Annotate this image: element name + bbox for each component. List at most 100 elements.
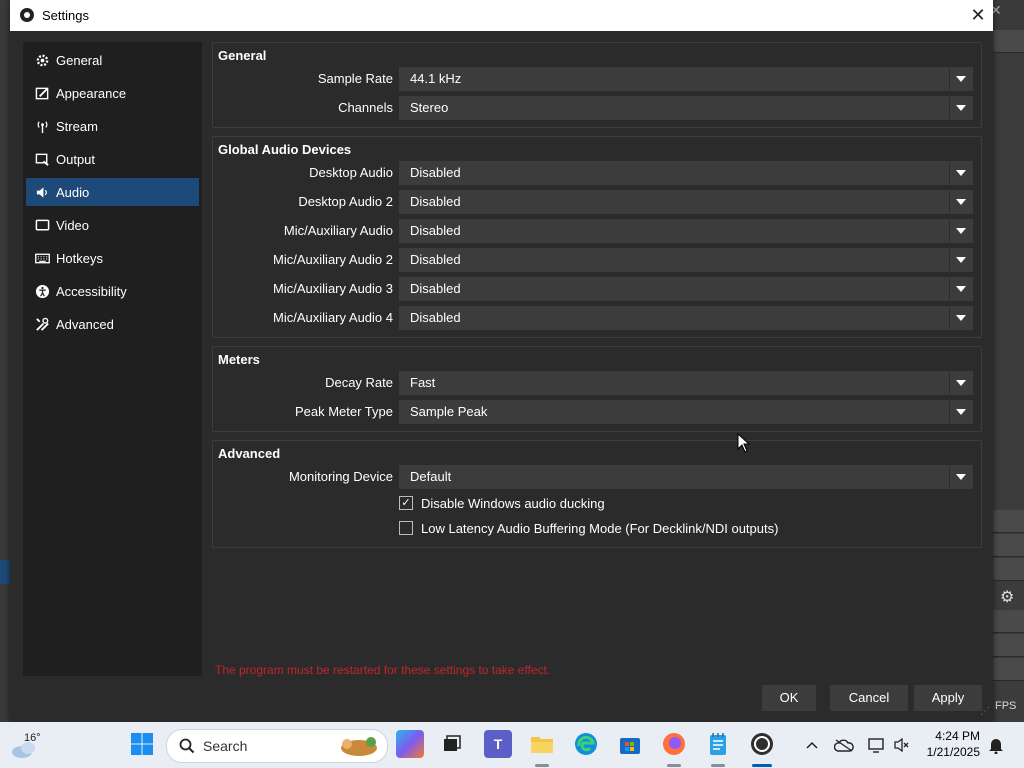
background-gear-icon[interactable]: ⚙ [1000,587,1014,607]
disable-audio-ducking-checkbox[interactable]: ✓ Disable Windows audio ducking [399,493,605,513]
mic-aux-audio-3-select[interactable]: Disabled [399,277,973,301]
sidebar-item-label: Stream [56,118,98,134]
sidebar-item-appearance[interactable]: Appearance [26,79,199,107]
obs-studio-icon[interactable] [748,730,776,758]
restart-warning: The program must be restarted for these … [215,663,551,677]
desktop-audio-select[interactable]: Disabled [399,161,973,185]
mic-aux-audio-4-select[interactable]: Disabled [399,306,973,330]
select-value: Disabled [410,223,461,238]
sample-rate-select[interactable]: 44.1 kHz [399,67,973,91]
chevron-down-icon [949,68,972,90]
decay-rate-label: Decay Rate [325,375,393,390]
channels-select[interactable]: Stereo [399,96,973,120]
mic-aux-audio-label: Mic/Auxiliary Audio [283,223,393,238]
close-button[interactable]: ✕ [965,4,991,26]
background-block [993,510,1024,533]
decay-rate-row: Decay Rate Fast [213,371,981,395]
taskbar-running-indicator [711,764,725,767]
select-value: Disabled [410,165,461,180]
task-view-icon[interactable] [438,730,466,758]
checkbox-checked[interactable]: ✓ [399,496,413,510]
taskbar-search[interactable]: Search [166,729,388,763]
sidebar-item-hotkeys[interactable]: Hotkeys [26,244,199,272]
taskbar-clock[interactable]: 4:24 PM 1/21/2025 [920,728,980,760]
background-block [993,534,1024,557]
desktop-audio-label: Desktop Audio [309,165,393,180]
select-value: Disabled [410,281,461,296]
desktop-audio-2-label: Desktop Audio 2 [298,194,393,209]
chevron-down-icon [949,372,972,394]
clock-time: 4:24 PM [935,729,980,743]
sidebar-item-audio[interactable]: Audio [26,178,199,206]
settings-window: Settings ✕ General Appearance Stream Out… [10,0,993,722]
start-button[interactable] [128,730,156,758]
sidebar-item-advanced[interactable]: Advanced [26,310,199,338]
checkbox-unchecked[interactable] [399,521,413,535]
show-hidden-icons-chevron-icon[interactable] [802,735,822,755]
edge-icon[interactable] [572,730,600,758]
mic-aux-audio-select[interactable]: Disabled [399,219,973,243]
mic-aux-audio-4-row: Mic/Auxiliary Audio 4 Disabled [213,306,981,330]
search-highlight-illustration [341,737,377,756]
tools-icon [34,316,50,332]
monitor-icon [34,217,50,233]
mic-aux-audio-2-select[interactable]: Disabled [399,248,973,272]
sidebar-item-stream[interactable]: Stream [26,112,199,140]
sidebar-item-label: Appearance [56,85,127,101]
chevron-down-icon [949,220,972,242]
file-explorer-icon[interactable] [528,730,556,758]
background-block [993,658,1024,681]
select-value: Default [410,469,452,484]
chevron-down-icon [949,278,972,300]
desktop-audio-2-select[interactable]: Disabled [399,190,973,214]
checkbox-label: Disable Windows audio ducking [421,495,605,511]
cancel-button[interactable]: Cancel [830,685,908,711]
peak-meter-type-select[interactable]: Sample Peak [399,400,973,424]
mic-aux-audio-2-label: Mic/Auxiliary Audio 2 [273,252,393,267]
chevron-down-icon [949,401,972,423]
volume-muted-icon[interactable] [892,735,912,755]
onedrive-icon[interactable] [834,735,854,755]
sidebar-item-label: Advanced [56,316,114,332]
background-block [993,558,1024,581]
network-icon[interactable] [866,735,886,755]
peak-meter-type-label: Peak Meter Type [294,404,393,419]
sidebar-item-label: Output [56,151,96,167]
clock-date: 1/21/2025 [926,745,980,759]
monitoring-device-select[interactable]: Default [399,465,973,489]
firefox-icon[interactable] [660,730,688,758]
sidebar-item-output[interactable]: Output [26,145,199,173]
keyboard-icon [34,250,50,266]
microsoft-store-icon[interactable] [616,730,644,758]
apply-button[interactable]: Apply [914,685,982,711]
sidebar-item-video[interactable]: Video [26,211,199,239]
low-latency-buffering-checkbox[interactable]: Low Latency Audio Buffering Mode (For De… [399,518,778,538]
background-app-left-panel [0,30,10,722]
monitoring-device-label: Monitoring Device [288,469,393,484]
mic-aux-audio-2-row: Mic/Auxiliary Audio 2 Disabled [213,248,981,272]
taskbar: 16° Search T 4:24 PM 1/21/2025 [0,722,1024,768]
title-bar: Settings ✕ [10,0,993,31]
decay-rate-select[interactable]: Fast [399,371,973,395]
chevron-down-icon [949,249,972,271]
select-value: Sample Peak [410,404,488,419]
notepad-icon[interactable] [704,730,732,758]
sidebar-item-general[interactable]: General [26,46,199,74]
background-selected-row [0,560,10,584]
background-app-right-panel [993,30,1024,722]
weather-widget[interactable]: 16° [10,728,50,762]
teams-icon[interactable]: T [484,730,512,758]
taskbar-running-indicator [535,764,549,767]
select-value: Disabled [410,194,461,209]
sidebar-item-accessibility[interactable]: Accessibility [26,277,199,305]
copilot-icon[interactable] [396,730,424,758]
sample-rate-row: Sample Rate 44.1 kHz [213,67,981,91]
monitoring-device-row: Monitoring Device Default [213,465,981,489]
channels-label: Channels [338,100,393,115]
select-value: Stereo [410,100,449,115]
window-title: Settings [42,8,89,23]
notifications-bell-icon[interactable] [986,735,1006,755]
resize-grip-icon[interactable]: ⋰ [980,706,992,718]
background-block [993,634,1024,657]
ok-button[interactable]: OK [762,685,816,711]
